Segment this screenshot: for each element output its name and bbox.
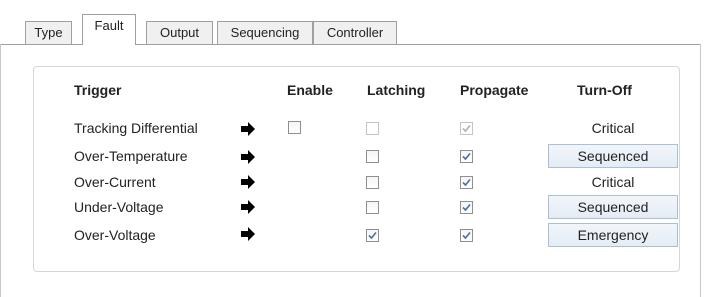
turn-off-value: Critical — [591, 120, 635, 136]
arrow-right-icon — [241, 175, 255, 189]
trigger-label: Over-Current — [74, 174, 156, 190]
enable-checkbox[interactable] — [288, 121, 301, 134]
tab-bar: Type Fault Output Sequencing Controller — [0, 0, 707, 45]
turn-off-button[interactable]: Sequenced — [548, 144, 678, 168]
checkmark-icon — [462, 178, 471, 187]
turn-off-button[interactable]: Sequenced — [548, 195, 678, 219]
tab-controller[interactable]: Controller — [313, 21, 397, 44]
tab-type[interactable]: Type — [25, 21, 72, 44]
tab-fault[interactable]: Fault — [82, 14, 136, 45]
propagate-checkbox[interactable] — [460, 176, 473, 189]
header-latching: Latching — [367, 82, 426, 98]
tab-output[interactable]: Output — [146, 21, 213, 44]
header-trigger: Trigger — [74, 82, 122, 98]
latching-checkbox[interactable] — [366, 176, 379, 189]
checkmark-icon — [462, 124, 471, 133]
trigger-label: Under-Voltage — [74, 199, 164, 215]
latching-checkbox — [366, 122, 379, 135]
trigger-label: Tracking Differential — [74, 120, 198, 136]
panel-border-right — [700, 44, 701, 297]
latching-checkbox[interactable] — [366, 150, 379, 163]
turn-off-button[interactable]: Emergency — [548, 223, 678, 247]
propagate-checkbox[interactable] — [460, 201, 473, 214]
arrow-right-icon — [241, 227, 255, 241]
propagate-checkbox[interactable] — [460, 229, 473, 242]
propagate-checkbox — [460, 122, 473, 135]
arrow-right-icon — [241, 150, 255, 164]
header-propagate: Propagate — [460, 82, 529, 98]
header-turn-off: Turn-Off — [577, 82, 632, 98]
trigger-label: Over-Temperature — [74, 148, 188, 164]
checkmark-icon — [462, 203, 471, 212]
checkmark-icon — [368, 231, 377, 240]
arrow-right-icon — [241, 200, 255, 214]
header-enable: Enable — [287, 82, 333, 98]
tab-sequencing[interactable]: Sequencing — [217, 21, 313, 44]
arrow-right-icon — [241, 122, 255, 136]
latching-checkbox[interactable] — [366, 201, 379, 214]
latching-checkbox[interactable] — [366, 229, 379, 242]
turn-off-value: Critical — [591, 174, 635, 190]
checkmark-icon — [462, 231, 471, 240]
trigger-label: Over-Voltage — [74, 227, 156, 243]
checkmark-icon — [462, 152, 471, 161]
panel-border-left — [0, 44, 1, 297]
propagate-checkbox[interactable] — [460, 150, 473, 163]
